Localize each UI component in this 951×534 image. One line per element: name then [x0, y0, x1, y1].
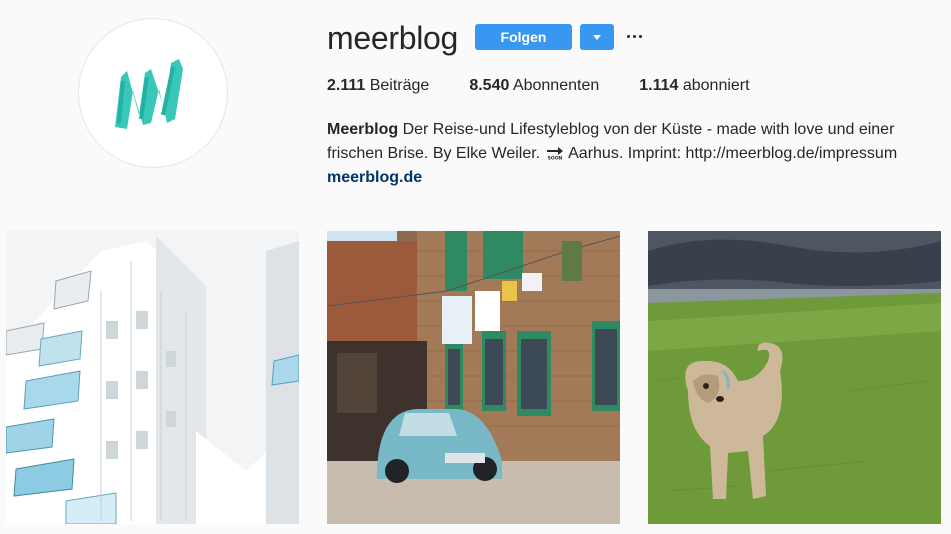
profile-stats: 2.111 Beiträge 8.540 Abonnenten 1.114 ab…: [327, 76, 790, 96]
bio-website-link[interactable]: meerblog.de: [327, 169, 422, 186]
stat-followers[interactable]: 8.540 Abonnenten: [469, 76, 599, 96]
post-tile-2[interactable]: [327, 231, 620, 524]
stat-following-count: 1.114: [639, 77, 679, 94]
bio-text-2: frischen Brise. By Elke Weiler.: [327, 145, 545, 162]
bio-line-1: Meerblog Der Reise-und Lifestyleblog von…: [327, 118, 937, 142]
profile-bio: Meerblog Der Reise-und Lifestyleblog von…: [327, 118, 937, 190]
stat-posts-label: Beiträge: [369, 77, 430, 94]
post-tile-1[interactable]: [6, 231, 299, 524]
post-tile-3[interactable]: [648, 231, 941, 524]
stat-followers-count: 8.540: [469, 77, 510, 94]
dog-on-grass-photo-icon: [648, 231, 941, 524]
stat-posts-count: 2.111: [327, 77, 366, 94]
avatar[interactable]: [78, 18, 228, 168]
stat-followers-label: Abonnenten: [512, 77, 600, 94]
dot-icon: [638, 34, 642, 38]
stat-following[interactable]: 1.114 abonniert: [639, 76, 749, 96]
bio-name: Meerblog: [327, 121, 399, 138]
username: meerblog: [327, 20, 459, 56]
soon-arrow-icon: SOON: [546, 147, 563, 161]
dot-icon: [626, 34, 630, 38]
soon-icon-text: SOON: [547, 156, 562, 161]
chevron-down-icon: [593, 34, 601, 40]
white-apartment-building-photo-icon: [6, 231, 299, 524]
bio-line-2: frischen Brise. By Elke Weiler. SOON Aar…: [327, 142, 937, 166]
bio-text: Der Reise-und Lifestyleblog von der Küst…: [398, 121, 895, 138]
post-grid: [0, 231, 951, 524]
suggestions-dropdown-button[interactable]: [580, 24, 614, 50]
dot-icon: [632, 34, 636, 38]
bio-text-3: Aarhus. Imprint: http://meerblog.de/impr…: [564, 145, 898, 162]
stat-following-label: abonniert: [682, 77, 750, 94]
blue-beetle-car-photo-icon: [327, 231, 620, 524]
follow-button[interactable]: Folgen: [475, 24, 572, 50]
stat-posts: 2.111 Beiträge: [327, 76, 429, 96]
meerblog-logo-icon: [115, 59, 183, 129]
more-options-button[interactable]: [624, 26, 644, 46]
